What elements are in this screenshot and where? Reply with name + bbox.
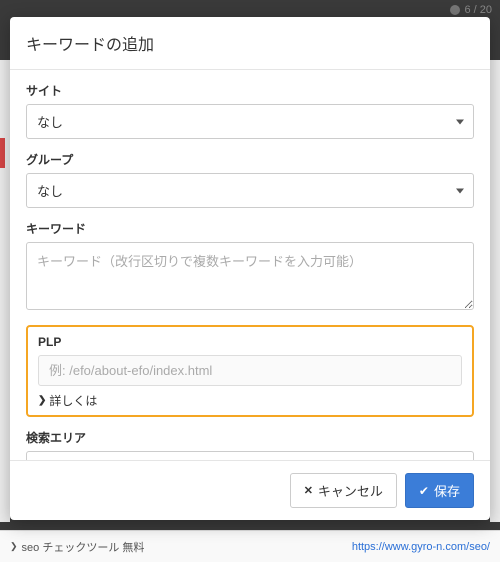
backdrop-footer: ❯ seo チェックツール 無料 https://www.gyro-n.com/… [0,530,500,562]
search-area-label: 検索エリア [26,429,474,446]
add-keyword-modal: キーワードの追加 サイト なし グループ なし キーワード PLP ❯ [10,17,490,520]
save-label: 保存 [434,481,460,500]
save-button[interactable]: ✔ 保存 [405,473,474,508]
site-select[interactable]: なし [26,104,474,139]
chevron-right-icon: ❯ [38,395,46,406]
keyword-textarea[interactable] [26,242,474,310]
backdrop-footer-left: ❯ seo チェックツール 無料 [10,539,144,555]
keyword-label: キーワード [26,220,474,237]
plp-label: PLP [38,335,462,349]
search-area-select-wrap: なし [26,451,474,460]
plp-detail-label: 詳しくは [49,392,97,409]
chevron-right-icon: ❯ [10,541,18,552]
plp-input[interactable] [38,355,462,386]
keyword-group: キーワード [26,220,474,313]
modal-footer: ✕ キャンセル ✔ 保存 [10,460,490,520]
cancel-button[interactable]: ✕ キャンセル [290,473,397,508]
site-label: サイト [26,82,474,99]
globe-icon [450,5,460,15]
close-icon: ✕ [304,484,313,497]
cancel-label: キャンセル [318,481,383,500]
site-group: サイト なし [26,82,474,139]
group-label: グループ [26,151,474,168]
backdrop-side-right [490,60,500,522]
group-select[interactable]: なし [26,173,474,208]
counter-text: 6 / 20 [464,4,492,16]
backdrop-footer-link[interactable]: https://www.gyro-n.com/seo/ [352,541,490,553]
group-group: グループ なし [26,151,474,208]
backdrop-accent [0,138,5,168]
plp-highlight-box: PLP ❯ 詳しくは [26,325,474,417]
modal-header: キーワードの追加 [10,17,490,70]
search-area-select[interactable]: なし [26,451,474,460]
plp-detail-toggle[interactable]: ❯ 詳しくは [38,392,462,409]
backdrop-side-left [0,60,10,522]
modal-body: サイト なし グループ なし キーワード PLP ❯ 詳しくは [10,70,490,460]
group-select-wrap: なし [26,173,474,208]
site-select-wrap: なし [26,104,474,139]
search-area-group: 検索エリア なし [26,429,474,460]
check-icon: ✔ [419,484,429,498]
modal-title: キーワードの追加 [26,37,154,54]
